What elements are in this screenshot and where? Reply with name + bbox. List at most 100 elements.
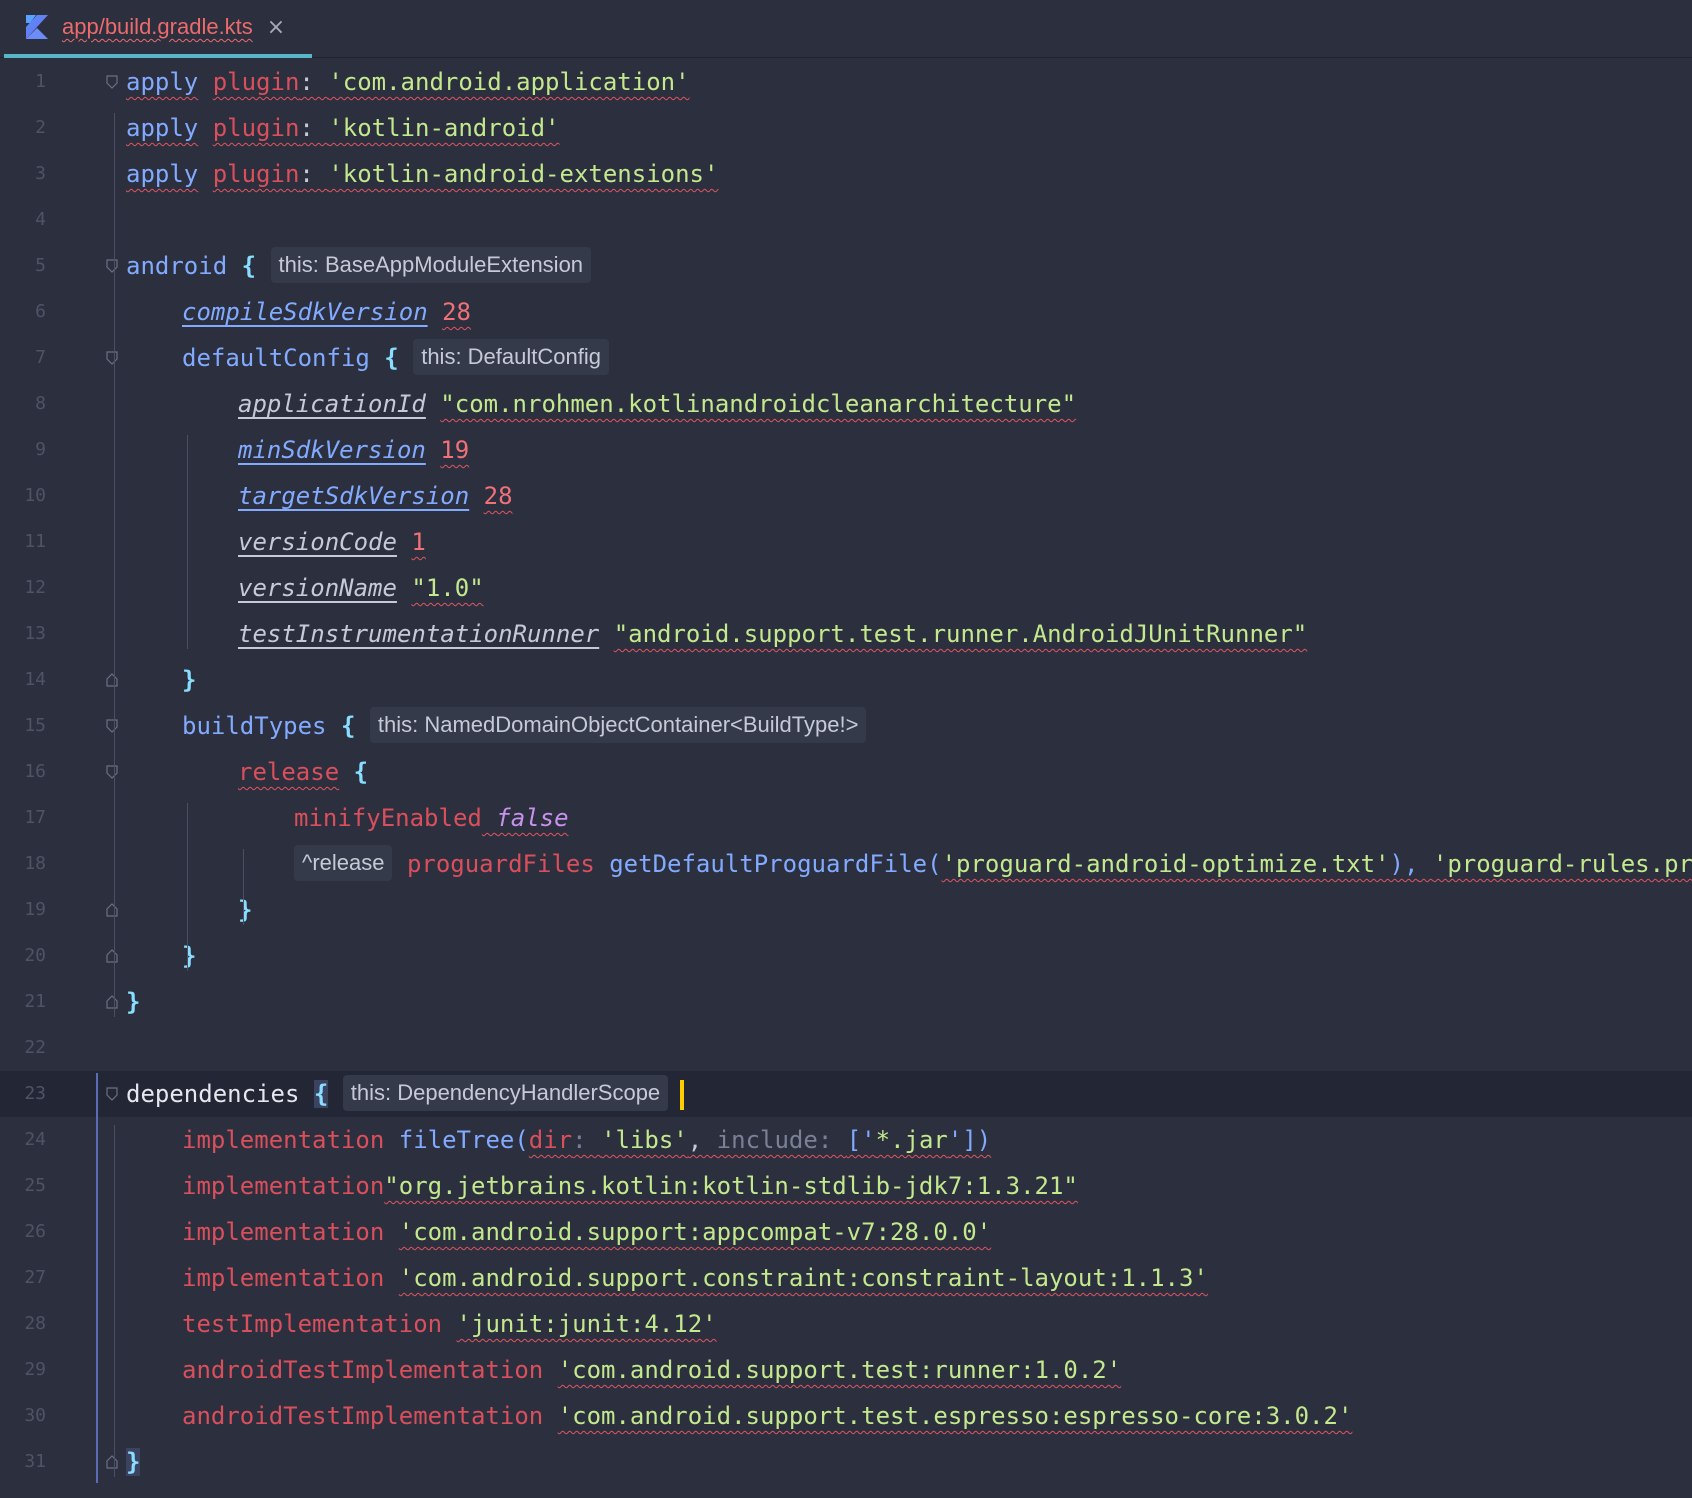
line-number[interactable]: 18	[0, 841, 46, 887]
fold-close-icon[interactable]	[106, 1455, 118, 1469]
line-number[interactable]: 31	[0, 1439, 46, 1485]
code-line[interactable]: 22	[0, 1025, 1692, 1071]
code-line[interactable]: 13 testInstrumentationRunner "android.sup…	[0, 611, 1692, 657]
code-line[interactable]: 5 android { this: BaseAppModuleExtension	[0, 243, 1692, 289]
fold-open-icon[interactable]	[106, 259, 118, 273]
fold-close-icon[interactable]	[106, 949, 118, 963]
line-number[interactable]: 25	[0, 1163, 46, 1209]
line-number[interactable]: 9	[0, 427, 46, 473]
line-number[interactable]: 13	[0, 611, 46, 657]
code-text: buildTypes { this: NamedDomainObjectCont…	[182, 703, 867, 749]
code-line[interactable]: 19}	[0, 887, 1692, 933]
code-token: "android.support.test.runner.AndroidJUni…	[613, 620, 1308, 648]
line-number[interactable]: 1	[0, 59, 46, 105]
code-line[interactable]: 20}	[0, 933, 1692, 979]
line-number[interactable]: 2	[0, 105, 46, 151]
code-text: implementation fileTree(dir: 'libs', inc…	[182, 1117, 991, 1163]
code-line[interactable]: 25 implementation"org.jetbrains.kotlin:ko…	[0, 1163, 1692, 1209]
code-line[interactable]: 18 ^release proguardFiles getDefaultProgu…	[0, 841, 1692, 887]
editor-tab-bar: app/build.gradle.kts ×	[0, 0, 1692, 58]
code-token: buildTypes	[182, 712, 327, 740]
line-number[interactable]: 26	[0, 1209, 46, 1255]
line-number[interactable]: 23	[0, 1071, 46, 1117]
code-token: fileTree(	[398, 1126, 529, 1154]
line-number[interactable]: 4	[0, 197, 46, 243]
code-line[interactable]: 14}	[0, 657, 1692, 703]
code-token: 'com.android.application'	[328, 68, 690, 96]
inlay-hint: ^release	[294, 845, 393, 881]
code-line[interactable]: 30 androidTestImplementation 'com.android…	[0, 1393, 1692, 1439]
code-line[interactable]: 12 versionName "1.0"	[0, 565, 1692, 611]
code-token: }	[126, 988, 141, 1016]
fold-close-icon[interactable]	[106, 903, 118, 917]
code-line[interactable]: 23 dependencies { this: DependencyHandler…	[0, 1071, 1692, 1117]
code-line[interactable]: 10 targetSdkVersion 28	[0, 473, 1692, 519]
code-line[interactable]: 1 apply plugin: 'com.android.application'	[0, 59, 1692, 105]
code-token: versionName	[238, 574, 397, 602]
fold-close-icon[interactable]	[106, 673, 118, 687]
vcs-change-marker[interactable]	[96, 1073, 98, 1483]
code-token: androidTestImplementation	[182, 1356, 544, 1384]
code-token: 'proguard-android-optimize.txt'	[941, 850, 1390, 878]
code-line[interactable]: 6 compileSdkVersion 28	[0, 289, 1692, 335]
code-line[interactable]: 28 testImplementation 'junit:junit:4.12'	[0, 1301, 1692, 1347]
code-text: release {	[238, 749, 368, 795]
line-number[interactable]: 7	[0, 335, 46, 381]
code-line[interactable]: 26 implementation 'com.android.support:ap…	[0, 1209, 1692, 1255]
code-line[interactable]: 7 defaultConfig { this: DefaultConfig	[0, 335, 1692, 381]
code-line[interactable]: 24 implementation fileTree(dir: 'libs', i…	[0, 1117, 1692, 1163]
line-number[interactable]: 29	[0, 1347, 46, 1393]
inlay-hint: this: BaseAppModuleExtension	[270, 247, 592, 283]
line-number[interactable]: 12	[0, 565, 46, 611]
code-line[interactable]: 27 implementation 'com.android.support.co…	[0, 1255, 1692, 1301]
fold-open-icon[interactable]	[106, 765, 118, 779]
line-number[interactable]: 27	[0, 1255, 46, 1301]
inlay-hint: this: NamedDomainObjectContainer<BuildTy…	[369, 707, 867, 743]
line-number[interactable]: 15	[0, 703, 46, 749]
code-line[interactable]: 3 apply plugin: 'kotlin-android-extension…	[0, 151, 1692, 197]
code-text: apply plugin: 'kotlin-android-extensions…	[126, 151, 718, 197]
line-number[interactable]: 6	[0, 289, 46, 335]
code-line[interactable]: 29 androidTestImplementation 'com.android…	[0, 1347, 1692, 1393]
fold-close-icon[interactable]	[106, 995, 118, 1009]
fold-open-icon[interactable]	[106, 351, 118, 365]
code-line[interactable]: 4	[0, 197, 1692, 243]
tab-build-gradle-kts[interactable]: app/build.gradle.kts ×	[4, 0, 312, 58]
code-line[interactable]: 9 minSdkVersion 19	[0, 427, 1692, 473]
fold-open-icon[interactable]	[106, 1087, 118, 1101]
line-number[interactable]: 8	[0, 381, 46, 427]
code-line[interactable]: 11 versionCode 1	[0, 519, 1692, 565]
line-number[interactable]: 22	[0, 1025, 46, 1071]
line-number[interactable]: 28	[0, 1301, 46, 1347]
line-number[interactable]: 20	[0, 933, 46, 979]
line-number[interactable]: 24	[0, 1117, 46, 1163]
line-number[interactable]: 16	[0, 749, 46, 795]
line-number[interactable]: 11	[0, 519, 46, 565]
code-line[interactable]: 2 apply plugin: 'kotlin-android'	[0, 105, 1692, 151]
code-line[interactable]: 16 release {	[0, 749, 1692, 795]
code-text: androidTestImplementation 'com.android.s…	[182, 1393, 1352, 1439]
fold-open-icon[interactable]	[106, 719, 118, 733]
code-token: 'com.android.support.constraint:constrai…	[398, 1264, 1208, 1292]
line-number[interactable]: 14	[0, 657, 46, 703]
code-line[interactable]: 31}	[0, 1439, 1692, 1485]
code-line[interactable]: 8 applicationId "com.nrohmen.kotlinandroi…	[0, 381, 1692, 427]
code-line[interactable]: 17 minifyEnabled false	[0, 795, 1692, 841]
code-line[interactable]: 21}	[0, 979, 1692, 1025]
line-number[interactable]: 19	[0, 887, 46, 933]
code-line[interactable]: 15 buildTypes { this: NamedDomainObjectCo…	[0, 703, 1692, 749]
line-number[interactable]: 3	[0, 151, 46, 197]
close-icon[interactable]: ×	[267, 15, 285, 40]
matched-brace: {	[313, 1080, 329, 1108]
line-number[interactable]: 30	[0, 1393, 46, 1439]
code-text: implementation 'com.android.support:appc…	[182, 1209, 991, 1255]
code-token: :	[299, 68, 329, 96]
line-number[interactable]: 5	[0, 243, 46, 289]
line-number[interactable]: 10	[0, 473, 46, 519]
code-editor[interactable]: 1 apply plugin: 'com.android.application'…	[0, 59, 1692, 1498]
line-number[interactable]: 17	[0, 795, 46, 841]
line-number[interactable]: 21	[0, 979, 46, 1025]
fold-open-icon[interactable]	[106, 75, 118, 89]
